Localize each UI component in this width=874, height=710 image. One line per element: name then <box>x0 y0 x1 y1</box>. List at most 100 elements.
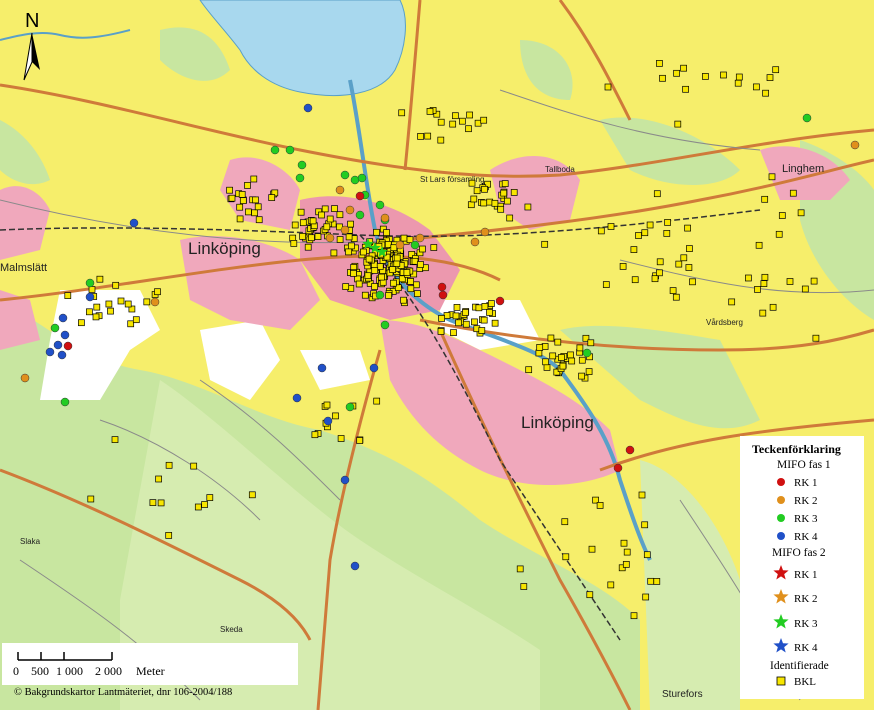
bkl-marker <box>299 219 307 227</box>
bkl-marker <box>536 344 544 351</box>
rk-marker <box>129 218 139 228</box>
bkl-marker <box>759 309 767 317</box>
bkl-marker <box>453 304 461 311</box>
bkl-marker <box>132 316 140 324</box>
bkl-marker <box>383 229 390 236</box>
rk-marker <box>85 292 95 302</box>
bkl-marker <box>760 280 768 287</box>
bkl-marker <box>291 221 299 229</box>
bkl-marker <box>656 269 663 277</box>
bkl-marker <box>330 249 338 257</box>
bkl-marker <box>347 220 354 228</box>
bkl-marker <box>384 241 392 248</box>
rk-marker <box>375 290 385 300</box>
rk-marker <box>325 233 335 243</box>
bkl-marker <box>547 334 555 342</box>
bkl-marker <box>641 229 649 237</box>
bkl-marker <box>525 366 533 374</box>
bkl-marker <box>419 245 426 253</box>
bkl-marker <box>466 111 473 119</box>
bkl-marker <box>604 83 612 91</box>
bkl-marker <box>323 223 331 231</box>
bkl-marker <box>630 612 638 620</box>
bkl-marker <box>403 269 411 276</box>
place-malmslatt: Malmslätt <box>0 262 47 274</box>
bkl-marker <box>452 312 460 320</box>
bkl-marker <box>653 578 661 585</box>
rk-marker <box>50 323 60 333</box>
bkl-marker <box>236 203 244 211</box>
place-vardsberg: Vårdsberg <box>706 318 743 327</box>
legend-group1-title: MIFO fas 1 <box>777 459 831 471</box>
rk-marker <box>45 347 55 357</box>
north-label: N <box>25 10 39 32</box>
bkl-marker <box>672 293 680 301</box>
bkl-marker <box>578 372 585 380</box>
bkl-marker <box>105 300 113 308</box>
bkl-marker <box>516 565 524 573</box>
bkl-marker <box>385 292 392 299</box>
place-linghem: Linghem <box>782 163 824 175</box>
legend-title: Teckenförklaring <box>752 442 841 456</box>
legend-group1-item-1: RK 1 <box>794 477 818 489</box>
bkl-marker <box>638 491 646 499</box>
bkl-marker <box>348 242 355 250</box>
bkl-marker <box>373 228 380 236</box>
bkl-marker <box>720 71 727 79</box>
bkl-marker <box>165 461 173 469</box>
map-frame[interactable]: Linköping Linköping Malmslätt Linghem St… <box>0 0 874 710</box>
bkl-marker <box>520 583 528 590</box>
rk-marker <box>150 297 160 307</box>
bkl-marker <box>321 205 329 213</box>
rk-marker <box>850 140 860 150</box>
bkl-marker <box>597 227 605 235</box>
bkl-marker <box>475 304 483 312</box>
map-canvas[interactable]: Linköping Linköping Malmslätt Linghem St… <box>0 0 874 710</box>
bkl-marker <box>252 196 259 204</box>
bkl-marker <box>255 216 263 224</box>
bkl-marker <box>417 133 424 140</box>
bkl-marker <box>506 214 514 222</box>
bkl-marker <box>254 203 262 211</box>
rk-marker <box>582 348 592 358</box>
bkl-marker <box>93 303 101 311</box>
bkl-marker <box>504 197 511 205</box>
legend-group2-item-2: RK 2 <box>794 593 818 605</box>
bkl-marker <box>389 266 396 273</box>
bkl-marker <box>398 109 406 117</box>
bkl-marker <box>786 278 794 285</box>
bkl-marker <box>417 261 424 268</box>
bkl-marker <box>64 292 72 299</box>
bkl-marker <box>190 462 198 470</box>
bkl-marker <box>450 329 457 336</box>
bkl-marker <box>480 316 488 324</box>
bkl-marker <box>761 195 769 203</box>
bkl-marker <box>364 272 372 280</box>
bkl-marker <box>755 241 763 249</box>
bkl-marker <box>684 224 691 232</box>
bkl-marker <box>772 66 780 74</box>
bkl-marker <box>789 189 797 197</box>
rk-marker <box>410 240 420 250</box>
bkl-marker <box>549 352 557 360</box>
bkl-marker <box>689 278 696 286</box>
bkl-marker <box>641 521 649 529</box>
bkl-marker <box>559 362 567 370</box>
bkl-marker <box>414 290 421 297</box>
scale-label-500: 500 <box>31 664 49 678</box>
legend-rk4-dot-icon <box>777 532 785 540</box>
bkl-marker <box>437 328 445 335</box>
rk-marker <box>380 320 390 330</box>
bkl-marker <box>165 532 173 539</box>
bkl-marker <box>481 185 488 193</box>
bkl-marker <box>462 309 469 316</box>
bkl-marker <box>761 273 769 281</box>
bkl-marker <box>201 501 208 508</box>
place-tallboda: Tallboda <box>545 165 575 174</box>
rk-marker <box>292 393 302 403</box>
legend-rk1-dot-icon <box>777 478 785 486</box>
bkl-marker <box>251 209 258 217</box>
rk-marker <box>58 313 68 323</box>
legend-group1-item-3: RK 3 <box>794 513 818 525</box>
bkl-marker <box>674 120 682 128</box>
